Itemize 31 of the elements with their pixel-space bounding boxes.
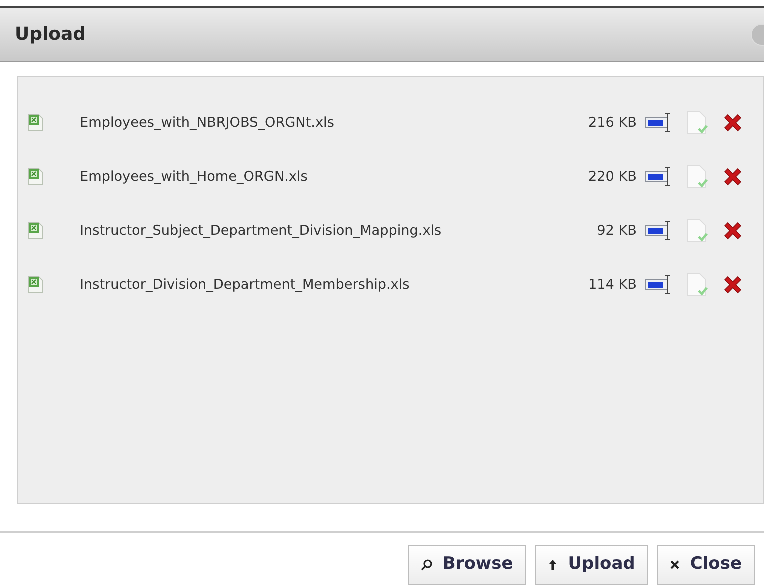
- text-field-icon[interactable]: [645, 275, 672, 295]
- text-field-icon[interactable]: [645, 113, 672, 133]
- file-name: Instructor_Subject_Department_Division_Mapping.xls: [80, 222, 443, 241]
- spreadsheet-file-icon: [28, 114, 44, 132]
- file-size: 92 KB: [596, 222, 637, 241]
- document-check-icon[interactable]: [686, 218, 708, 244]
- search-icon: [420, 559, 433, 571]
- delete-icon[interactable]: [722, 220, 744, 242]
- file-name: Employees_with_NBRJOBS_ORGNt.xls: [80, 114, 336, 133]
- close-icon: [670, 560, 680, 570]
- spreadsheet-file-icon: [28, 168, 44, 186]
- file-size: 216 KB: [587, 114, 637, 133]
- text-field-icon[interactable]: [645, 167, 672, 187]
- browse-button[interactable]: Browse: [408, 545, 526, 585]
- dialog-title: Upload: [15, 23, 86, 47]
- close-button[interactable]: Close: [657, 545, 755, 585]
- upload-button[interactable]: Upload: [535, 545, 648, 585]
- file-size: 114 KB: [587, 276, 637, 295]
- arrow-up-icon: [548, 559, 558, 571]
- file-name: Instructor_Division_Department_Membership.xls: [80, 276, 411, 295]
- document-check-icon[interactable]: [686, 164, 708, 190]
- file-name: Employees_with_Home_ORGN.xls: [80, 168, 309, 187]
- document-check-icon[interactable]: [686, 272, 708, 298]
- file-size: 220 KB: [587, 168, 637, 187]
- text-field-icon[interactable]: [645, 221, 672, 241]
- delete-icon[interactable]: [722, 166, 744, 188]
- delete-icon[interactable]: [722, 274, 744, 296]
- document-check-icon[interactable]: [686, 110, 708, 136]
- spreadsheet-file-icon: [28, 276, 44, 294]
- spreadsheet-file-icon: [28, 222, 44, 240]
- delete-icon[interactable]: [722, 112, 744, 134]
